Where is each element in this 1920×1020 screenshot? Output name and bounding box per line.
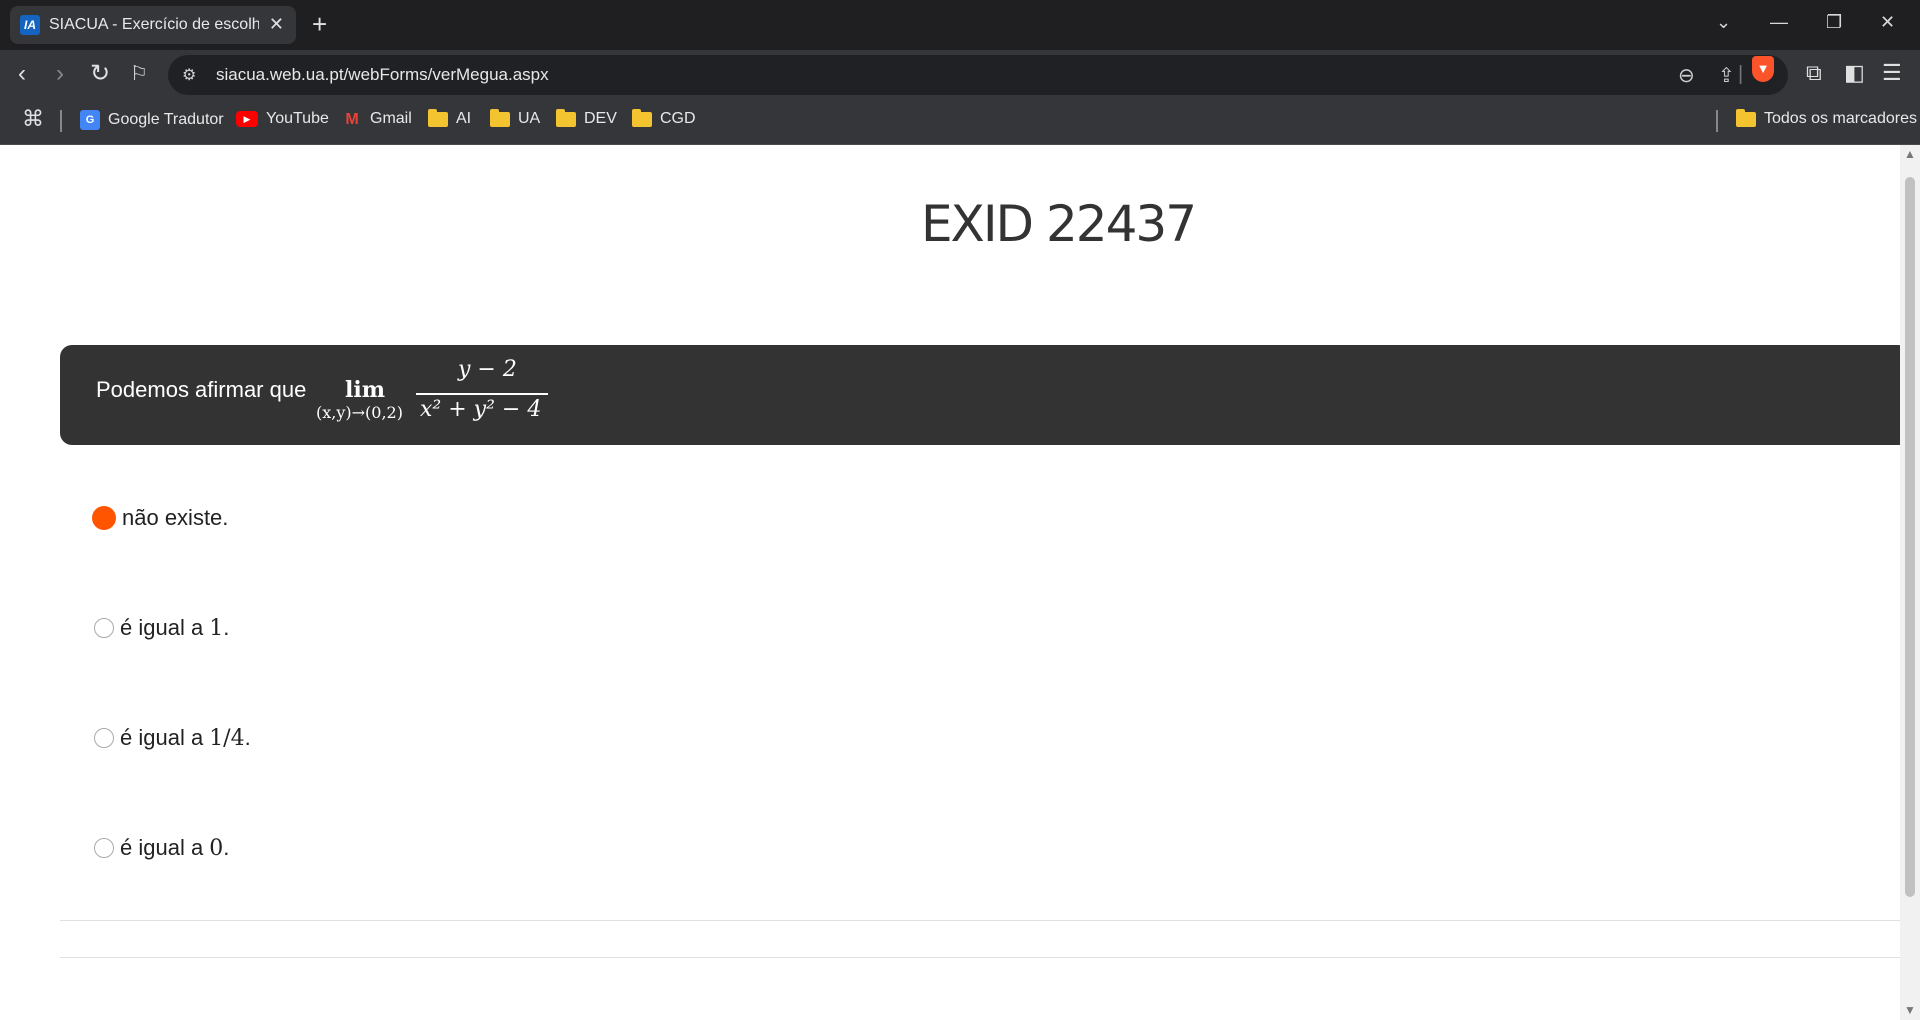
scroll-down-icon[interactable]: ▼ [1904,1003,1916,1017]
folder-icon [556,108,576,127]
bookmark-label: UA [518,110,541,127]
bookmark-label: AI [456,110,472,127]
divider [60,920,1900,921]
option-igual-1[interactable]: é igual a 1 . [94,615,229,641]
bookmarks-separator [60,110,62,132]
option-suffix: . [244,725,251,750]
question-text: Podemos afirmar que [96,377,307,402]
divider [60,957,1900,958]
bookmarks-bar: ⌘ G Google Tradutor ▶ YouTube M Gmail AI… [0,100,1920,145]
close-window-icon[interactable]: ✕ [1880,12,1895,33]
option-label: é igual a [120,725,204,750]
folder-icon [428,108,448,127]
page-content: EXID 22437 Podemos afirmar que lim (x,y)… [0,145,1900,1020]
bookmark-folder-ua[interactable]: UA [490,108,541,128]
option-igual-0[interactable]: é igual a 0 . [94,835,229,861]
option-label: é igual a [120,615,204,640]
back-icon[interactable]: ‹ [18,60,26,88]
option-nao-existe[interactable]: não existe. [92,505,229,531]
limit-subscript: (x,y)→(0,2) [316,403,403,422]
bookmark-youtube[interactable]: ▶ YouTube [236,110,329,128]
extensions-icon[interactable]: ⧉ [1806,60,1822,86]
forward-icon[interactable]: › [56,60,64,88]
folder-icon [490,108,510,127]
fraction-numerator: y − 2 [458,357,517,382]
option-igual-1-4[interactable]: é igual a 1/4 . [94,725,251,751]
option-math: 1/4 [209,725,245,751]
close-tab-icon[interactable]: ✕ [269,14,284,35]
gmail-icon: M [345,110,359,128]
option-math: 1 [209,615,224,641]
folder-icon [632,108,652,127]
exercise-title: EXID 22437 [920,195,1197,253]
fraction-denominator: x² + y² − 4 [420,397,542,422]
option-label: não existe. [122,505,229,530]
folder-icon [1736,108,1756,127]
page-scrollbar[interactable]: ▲ ▼ [1900,145,1920,1020]
bookmark-label: Todos os marcadores [1764,110,1917,127]
site-info-icon[interactable]: ⚙ [182,65,196,85]
scroll-up-icon[interactable]: ▲ [1904,147,1916,161]
bookmark-label: Gmail [370,110,412,127]
bookmark-gmail[interactable]: M Gmail [342,110,412,128]
apps-icon[interactable]: ⌘ [22,106,44,132]
option-label: é igual a [120,835,204,860]
google-translate-icon: G [80,110,100,130]
tab-title: SIACUA - Exercício de escolha múltipla [49,16,259,33]
option-suffix: . [223,835,230,860]
bookmark-label: YouTube [266,110,329,127]
address-bar[interactable]: ⚙ siacua.web.ua.pt/webForms/verMegua.asp… [168,55,1788,95]
siacua-favicon-icon: IA [20,15,40,35]
youtube-icon: ▶ [236,111,258,127]
bookmark-icon[interactable]: ⚐ [130,60,148,88]
bookmark-label: CGD [660,110,696,127]
minimize-icon[interactable]: — [1770,12,1788,33]
bookmark-folder-cgd[interactable]: CGD [632,108,696,128]
menu-icon[interactable]: ☰ [1882,60,1902,86]
radio-icon[interactable] [94,838,114,858]
question-box: Podemos afirmar que lim (x,y)→(0,2) y − … [60,345,1900,445]
fraction-bar [416,393,548,395]
bookmark-folder-ai[interactable]: AI [428,108,472,128]
limit-operator: lim [345,377,385,403]
radio-icon[interactable] [94,728,114,748]
bookmark-label: Google Tradutor [108,111,224,128]
browser-toolbar: ‹ › ↻ ⚐ ⚙ siacua.web.ua.pt/webForms/verM… [0,50,1920,100]
tab-bar: IA SIACUA - Exercício de escolha múltipl… [0,0,1920,50]
option-suffix: . [223,615,230,640]
radio-icon[interactable] [94,618,114,638]
browser-tab[interactable]: IA SIACUA - Exercício de escolha múltipl… [10,6,296,44]
new-tab-icon[interactable]: + [312,9,327,39]
share-icon[interactable]: ⇪ [1718,63,1735,88]
zoom-icon[interactable]: ⊖ [1678,63,1695,88]
bookmark-label: DEV [584,110,617,127]
radio-selected-icon[interactable] [92,506,116,530]
separator-icon: | [1738,63,1744,85]
scrollbar-thumb[interactable] [1905,177,1915,897]
option-math: 0 [209,835,224,861]
reload-icon[interactable]: ↻ [90,60,110,88]
brave-shield-icon[interactable]: ▼ [1752,56,1774,82]
tab-search-chevron-icon[interactable]: ⌄ [1716,12,1731,33]
bookmark-folder-dev[interactable]: DEV [556,108,617,128]
sidebar-icon[interactable]: ◧ [1844,60,1865,86]
restore-icon[interactable]: ❐ [1826,12,1842,33]
url-text[interactable]: siacua.web.ua.pt/webForms/verMegua.aspx [216,65,549,85]
bookmark-google-tradutor[interactable]: G Google Tradutor [80,110,224,130]
all-bookmarks[interactable]: Todos os marcadores [1736,108,1917,128]
bookmarks-separator [1716,110,1718,132]
